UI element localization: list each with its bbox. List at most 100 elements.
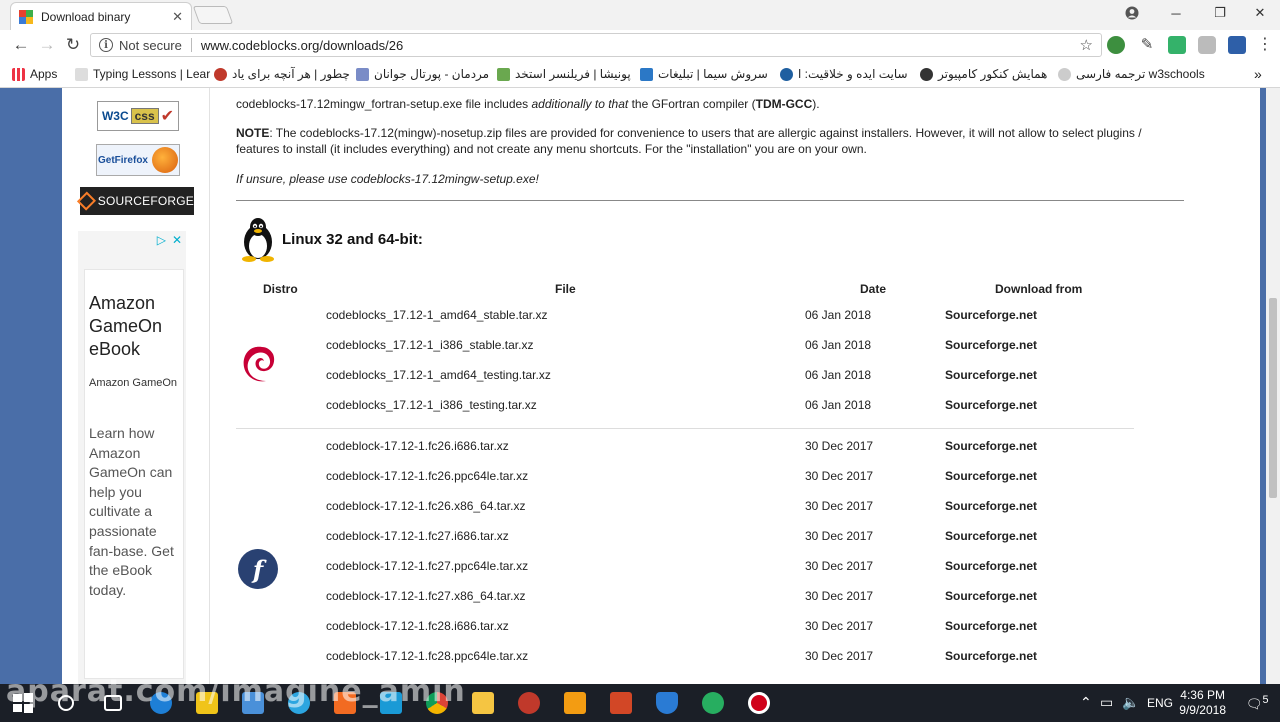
bookmark-label: پونیشا | فریلنسر استخد <box>515 67 631 81</box>
language-indicator[interactable]: ENG <box>1147 696 1173 710</box>
ad-close-icon[interactable]: ✕ <box>172 233 182 247</box>
powerpoint-icon[interactable] <box>610 692 632 714</box>
sourceforge-link[interactable]: Sourceforge.net <box>945 469 1037 483</box>
ponisha-icon <box>497 67 510 81</box>
bookmark-idea-site[interactable]: سایت ایده و خلاقیت: ا <box>780 66 908 82</box>
nosetup-note: NOTE: The codeblocks-17.12(mingw)-nosetu… <box>236 125 1184 157</box>
sourceforge-link[interactable]: Sourceforge.net <box>945 338 1037 352</box>
bookmark-typing-lessons[interactable]: Typing Lessons | Lear <box>75 66 210 82</box>
sourceforge-link[interactable]: Sourceforge.net <box>945 308 1037 322</box>
close-window-button[interactable]: ✕ <box>1240 0 1280 26</box>
ad-choices[interactable]: ▷ ✕ <box>157 233 182 247</box>
address-bar[interactable]: i Not secure www.codeblocks.org/download… <box>90 33 1102 57</box>
sourceforge-link[interactable]: Sourceforge.net <box>945 439 1037 453</box>
sourceforge-badge[interactable]: SOURCEFORGE <box>76 187 194 215</box>
sourceforge-link[interactable]: Sourceforge.net <box>945 589 1037 603</box>
tray-chevron-icon[interactable]: ⌃ <box>1080 694 1092 711</box>
sourceforge-link[interactable]: Sourceforge.net <box>945 559 1037 573</box>
notifications-icon[interactable]: 🗨5 <box>1246 694 1269 712</box>
linux-section-heading: Linux 32 and 64-bit: <box>236 216 423 262</box>
extension-globe-icon[interactable] <box>1107 36 1125 54</box>
extension-green-icon[interactable] <box>1168 36 1186 54</box>
css-label: css <box>130 108 159 124</box>
bookmark-konkur[interactable]: همایش کنکور کامپیوتر <box>920 66 1047 82</box>
sourceforge-link[interactable]: Sourceforge.net <box>945 529 1037 543</box>
file-explorer-icon[interactable] <box>472 692 494 714</box>
file-date: 30 Dec 2017 <box>805 439 874 453</box>
table-row: codeblocks_17.12-1_amd64_testing.tar.xz 0… <box>236 368 1184 388</box>
bookmark-soroush[interactable]: سروش سیما | تبلیغات <box>640 66 768 82</box>
app-orange-icon[interactable] <box>564 692 586 714</box>
firefox-logo-icon <box>152 147 178 173</box>
idea-site-icon <box>780 67 793 81</box>
w3c-css-badge[interactable]: W3C css ✔ <box>97 101 179 131</box>
extension-shield-icon[interactable] <box>1198 36 1216 54</box>
file-name: codeblock-17.12-1.fc27.i686.tar.xz <box>326 529 509 543</box>
ad-body: Learn how Amazon GameOn can help you cul… <box>89 425 174 598</box>
bookmark-ponisha[interactable]: پونیشا | فریلنسر استخد <box>497 66 631 82</box>
bookmarks-bar: Apps Typing Lessons | Lear چطور | هر آنچ… <box>0 60 1280 88</box>
reload-icon[interactable]: ↻ <box>62 34 84 56</box>
bookmark-label: ترجمه فارسی w3schools <box>1076 67 1205 81</box>
app-red-icon[interactable] <box>518 692 540 714</box>
url-text[interactable]: www.codeblocks.org/downloads/26 <box>201 38 1080 53</box>
defender-shield-icon[interactable] <box>656 692 678 714</box>
clock-date: 9/9/2018 <box>1179 703 1226 717</box>
file-date: 06 Jan 2018 <box>805 368 872 382</box>
file-date: 06 Jan 2018 <box>805 398 872 412</box>
minimize-button[interactable]: ─ <box>1156 0 1196 26</box>
forward-arrow-icon[interactable]: → <box>36 34 58 56</box>
sourceforge-link[interactable]: Sourceforge.net <box>945 398 1037 412</box>
restore-button[interactable]: ❐ <box>1200 0 1240 26</box>
sourceforge-link[interactable]: Sourceforge.net <box>945 368 1037 382</box>
tab-download-binary[interactable]: Download binary ✕ <box>10 2 192 30</box>
info-icon[interactable]: i <box>99 38 113 52</box>
file-name: codeblock-17.12-1.fc27.ppc64le.tar.xz <box>326 559 529 573</box>
bookmark-mardoman[interactable]: مردمان - پورتال جوانان <box>356 66 489 82</box>
ad-box[interactable]: Amazon GameOn eBook Amazon GameOn Learn … <box>84 269 184 679</box>
soroush-icon <box>640 67 653 81</box>
sourceforge-link[interactable]: Sourceforge.net <box>945 499 1037 513</box>
get-firefox-badge[interactable]: GetFirefox <box>96 144 180 176</box>
eyedropper-icon[interactable]: ✎ <box>1138 36 1156 54</box>
back-arrow-icon[interactable]: ← <box>10 34 32 56</box>
sourceforge-link[interactable]: Sourceforge.net <box>945 649 1037 663</box>
file-name: codeblock-17.12-1.fc28.i686.tar.xz <box>326 619 509 633</box>
file-name: codeblocks_17.12-1_i386_testing.tar.xz <box>326 398 537 412</box>
table-row: codeblock-17.12-1.fc27.i686.tar.xz 30 Dec… <box>236 529 1184 549</box>
page-scrollbar[interactable] <box>1266 88 1280 684</box>
internet-download-icon[interactable] <box>702 692 724 714</box>
profile-icon[interactable] <box>1112 0 1152 26</box>
volume-icon[interactable]: 🔈 <box>1122 694 1139 711</box>
bookmark-label: سروش سیما | تبلیغات <box>658 67 768 81</box>
table-row: codeblocks_17.12-1_i386_stable.tar.xz 06 … <box>236 338 1184 358</box>
menu-kebab-icon[interactable]: ⋮ <box>1256 36 1274 54</box>
bookmark-star-icon[interactable]: ☆ <box>1080 36 1093 54</box>
clock[interactable]: 4:36 PM 9/9/2018 <box>1179 688 1226 718</box>
file-date: 30 Dec 2017 <box>805 649 874 663</box>
advertisement[interactable]: ▷ ✕ Amazon GameOn eBook Amazon GameOn Le… <box>78 231 186 684</box>
network-icon[interactable]: ▭ <box>1100 694 1113 711</box>
file-date: 30 Dec 2017 <box>805 529 874 543</box>
new-tab-button[interactable] <box>192 6 234 24</box>
adchoices-icon[interactable]: ▷ <box>157 233 166 247</box>
note-text: ). <box>812 97 820 111</box>
file-date: 30 Dec 2017 <box>805 619 874 633</box>
record-icon[interactable] <box>748 692 770 714</box>
tab-close-icon[interactable]: ✕ <box>172 9 183 25</box>
bookmark-apps[interactable]: Apps <box>12 66 57 82</box>
bookmark-label: همایش کنکور کامپیوتر <box>938 67 1048 81</box>
checkmark-icon: ✔ <box>160 108 175 125</box>
extension-blue-icon[interactable] <box>1228 36 1246 54</box>
sourceforge-logo-icon <box>76 191 96 211</box>
bookmarks-overflow-icon[interactable]: » <box>1254 66 1262 82</box>
header-date: Date <box>860 282 887 296</box>
bookmark-label: Typing Lessons | Lear <box>93 67 211 81</box>
sourceforge-link[interactable]: Sourceforge.net <box>945 619 1037 633</box>
linux-title: Linux 32 and 64-bit: <box>282 230 423 248</box>
bookmark-chetor[interactable]: چطور | هر آنچه برای یاد <box>214 66 350 82</box>
scrollbar-thumb[interactable] <box>1269 298 1277 498</box>
bookmark-w3schools[interactable]: ترجمه فارسی w3schools <box>1058 66 1205 82</box>
left-sidebar: W3C css ✔ GetFirefox SOURCEFORGE ▷ ✕ Ama… <box>62 88 210 684</box>
note-label: NOTE <box>236 126 270 140</box>
